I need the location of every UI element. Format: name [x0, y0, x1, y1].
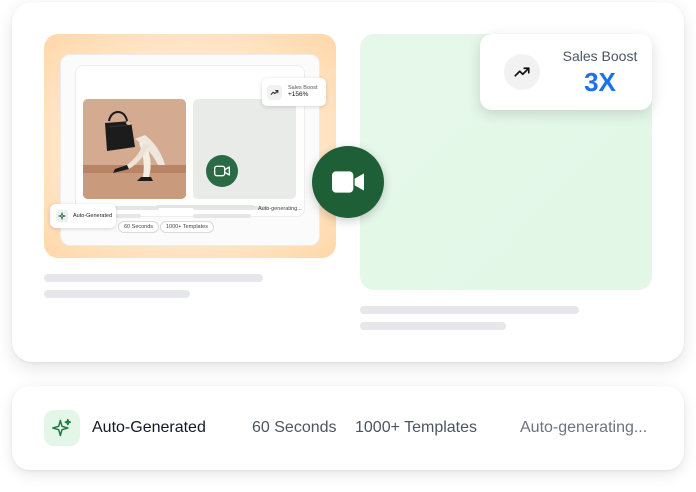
product-photo: [83, 99, 186, 199]
model-with-handbag-image: [83, 99, 186, 199]
mini-chip-duration: 60 Seconds: [118, 221, 160, 233]
templates-label: 1000+ Templates: [355, 419, 478, 436]
placeholder-line: [44, 274, 263, 282]
mini-status-text: Auto-generating...: [258, 206, 302, 212]
sales-boost-card: Sales Boost 3X: [480, 34, 652, 110]
mini-progress-track: [156, 205, 254, 208]
record-video-button[interactable]: [312, 146, 384, 218]
placeholder-line: [360, 322, 506, 330]
sales-boost-label: Sales Boost: [562, 48, 638, 64]
auto-generated-label: Auto-Generated: [92, 419, 206, 436]
sparkles-icon: [56, 210, 68, 222]
mini-auto-generated-badge: Auto-Generated: [50, 204, 116, 228]
mini-sales-boost-badge: Sales Boost +156%: [262, 78, 326, 106]
video-camera-icon: [332, 171, 364, 193]
generation-status-bar: Auto-Generated 60 Seconds 1000+ Template…: [12, 386, 684, 470]
sparkles-icon: [44, 410, 80, 446]
sales-boost-value: 3X: [584, 67, 616, 97]
placeholder-line: [193, 214, 251, 218]
mini-auto-label: Auto-Generated: [73, 213, 113, 219]
mini-chip-templates: 1000+ Templates: [160, 221, 214, 233]
image-placeholder: [193, 99, 296, 199]
video-preview[interactable]: Sales Boost +156% Auto-generating... Aut…: [44, 34, 336, 258]
video-camera-icon[interactable]: [206, 155, 238, 187]
trend-up-icon: [504, 54, 540, 90]
mini-sales-value: +156%: [288, 91, 309, 99]
duration-label: 60 Seconds: [252, 419, 337, 436]
placeholder-line: [360, 306, 579, 314]
placeholder-line: [44, 290, 190, 298]
generation-status-text: Auto-generating...: [520, 419, 648, 436]
trend-up-icon: [267, 84, 282, 100]
